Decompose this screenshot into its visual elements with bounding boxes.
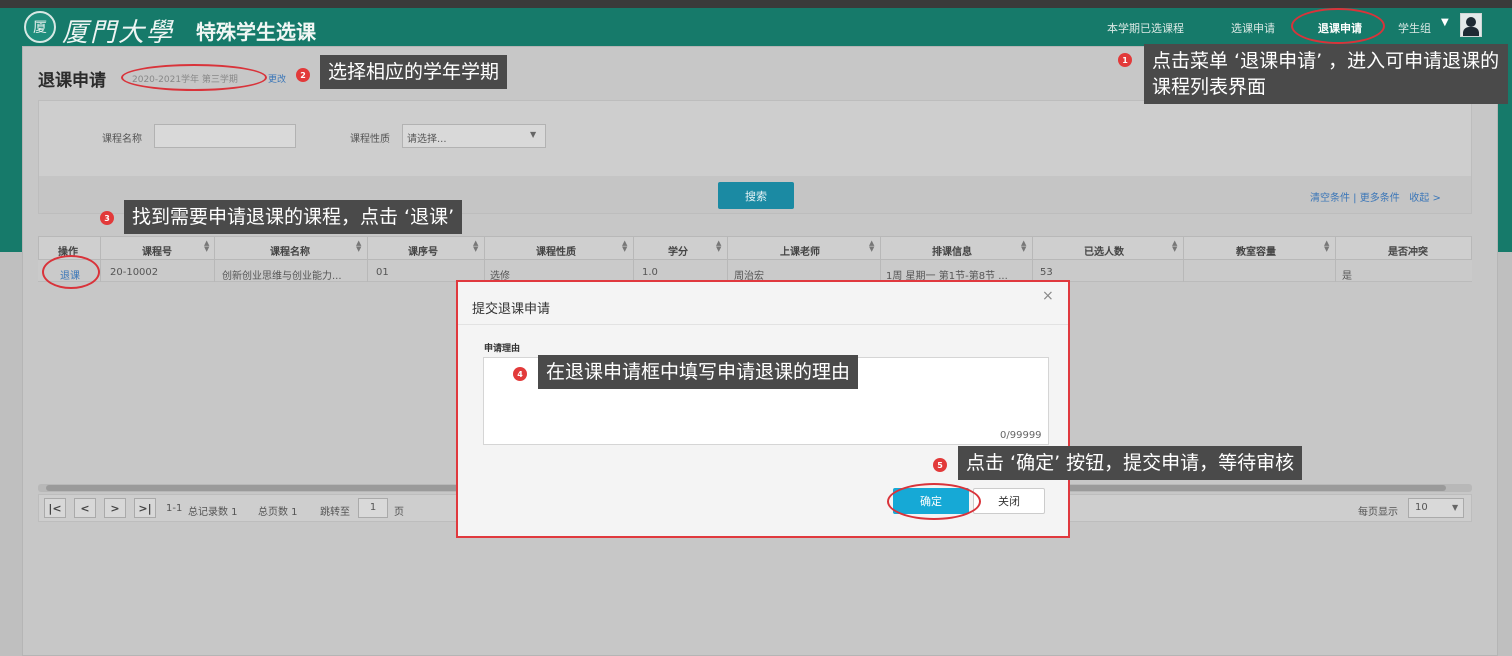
cell-course-name: 创新创业思维与创业能力... bbox=[222, 271, 342, 282]
column-header-teacher[interactable]: 上课老师 bbox=[780, 243, 820, 258]
cell-conflict: 是 bbox=[1342, 271, 1352, 282]
user-menu[interactable]: 学生组 bbox=[1398, 20, 1431, 36]
jump-label: 跳转至 bbox=[320, 507, 350, 518]
course-type-label: 课程性质 bbox=[350, 134, 390, 145]
sort-icon[interactable]: ▲ ▼ bbox=[473, 240, 478, 253]
step-badge: 3 bbox=[100, 211, 114, 225]
total-pages: 总页数 1 bbox=[258, 507, 298, 518]
record-range: 1-1 bbox=[166, 503, 183, 514]
page-title: 退课申请 bbox=[38, 71, 106, 91]
sort-icon[interactable]: ▲ ▼ bbox=[716, 240, 721, 253]
caret-down-icon[interactable]: ▼ bbox=[1441, 17, 1449, 28]
annotation-callout: 点击菜单 ‘退课申请’ ，进入可申请退课的课程列表界面 bbox=[1144, 44, 1508, 104]
university-emblem-icon: 厦 bbox=[24, 11, 56, 43]
step-badge: 2 bbox=[296, 68, 310, 82]
chevron-down-icon: ▼ bbox=[1452, 503, 1459, 512]
more-conditions-link[interactable]: 更多条件 bbox=[1360, 193, 1400, 204]
collapse-link[interactable]: 收起 > bbox=[1409, 193, 1441, 204]
change-term-link[interactable]: 更改 bbox=[268, 72, 286, 85]
column-header-conflict: 是否冲突 bbox=[1388, 247, 1428, 258]
clear-conditions-link[interactable]: 清空条件 bbox=[1310, 193, 1350, 204]
nav-enrolled-courses[interactable]: 本学期已选课程 bbox=[1107, 20, 1184, 36]
cell-course-no: 20-10002 bbox=[110, 267, 159, 278]
annotation-callout: 在退课申请框中填写申请退课的理由 bbox=[538, 355, 859, 389]
column-header-credit[interactable]: 学分 bbox=[668, 243, 688, 258]
cell-credit: 1.0 bbox=[642, 267, 658, 278]
cell-enrolled: 53 bbox=[1040, 267, 1053, 278]
sort-icon[interactable]: ▲ ▼ bbox=[204, 240, 209, 253]
column-header-section[interactable]: 课序号 bbox=[408, 243, 438, 258]
first-page-button[interactable]: |< bbox=[44, 498, 66, 518]
highlight-ellipse bbox=[121, 64, 267, 91]
sort-icon[interactable]: ▲ ▼ bbox=[1172, 240, 1177, 253]
page-unit: 页 bbox=[394, 507, 404, 518]
annotation-callout: 选择相应的学年学期 bbox=[320, 55, 508, 89]
column-header-capacity[interactable]: 教室容量 bbox=[1236, 243, 1276, 258]
university-logo-text: 厦門大學 bbox=[62, 18, 175, 48]
chevron-down-icon: ▼ bbox=[530, 130, 537, 139]
page-jump-input[interactable]: 1 bbox=[358, 498, 388, 518]
highlight-ellipse bbox=[1291, 8, 1385, 44]
column-header-course-name[interactable]: 课程名称 bbox=[270, 243, 310, 258]
course-name-input[interactable] bbox=[154, 124, 296, 148]
step-badge: 1 bbox=[1118, 53, 1132, 67]
column-header-enrolled[interactable]: 已选人数 bbox=[1084, 243, 1124, 258]
step-badge: 5 bbox=[933, 458, 947, 472]
sort-icon[interactable]: ▲ ▼ bbox=[869, 240, 874, 253]
char-counter: 0/99999 bbox=[1000, 430, 1042, 441]
total-records: 总记录数 1 bbox=[188, 507, 238, 518]
highlight-ellipse bbox=[887, 483, 981, 520]
top-strip bbox=[0, 0, 1512, 8]
sort-icon[interactable]: ▲ ▼ bbox=[1324, 240, 1329, 253]
per-page-label: 每页显示 bbox=[1358, 507, 1398, 518]
annotation-callout: 找到需要申请退课的课程，点击 ‘退课’ bbox=[124, 200, 463, 234]
sort-icon[interactable]: ▲ ▼ bbox=[1021, 240, 1026, 253]
column-header-schedule[interactable]: 排课信息 bbox=[932, 243, 972, 258]
annotation-callout: 点击 ‘确定’ 按钮，提交申请，等待审核 bbox=[958, 446, 1303, 480]
search-links: 清空条件 | 更多条件 收起 > bbox=[1310, 189, 1441, 204]
prev-page-button[interactable]: < bbox=[74, 498, 96, 518]
highlight-ellipse bbox=[42, 255, 100, 289]
reason-label: 申请理由 bbox=[484, 344, 521, 354]
search-button[interactable]: 搜索 bbox=[718, 182, 794, 209]
cell-section: 01 bbox=[376, 267, 389, 278]
app-title: 特殊学生选课 bbox=[196, 20, 316, 44]
column-header-course-no[interactable]: 课程号 bbox=[142, 243, 172, 258]
dialog-title: 提交退课申请 bbox=[472, 302, 551, 317]
close-button[interactable]: 关闭 bbox=[973, 488, 1045, 514]
close-icon[interactable]: × bbox=[1042, 288, 1054, 304]
last-page-button[interactable]: >| bbox=[134, 498, 156, 518]
link-separator: | bbox=[1350, 193, 1360, 204]
next-page-button[interactable]: > bbox=[104, 498, 126, 518]
sort-icon[interactable]: ▲ ▼ bbox=[356, 240, 361, 253]
step-badge: 4 bbox=[513, 367, 527, 381]
avatar[interactable] bbox=[1460, 13, 1482, 37]
course-type-select[interactable]: 请选择... bbox=[402, 124, 546, 148]
nav-select-apply[interactable]: 选课申请 bbox=[1231, 20, 1275, 36]
dialog-divider bbox=[458, 324, 1068, 325]
column-header-type[interactable]: 课程性质 bbox=[536, 243, 576, 258]
course-name-label: 课程名称 bbox=[102, 134, 142, 145]
sort-icon[interactable]: ▲ ▼ bbox=[622, 240, 627, 253]
